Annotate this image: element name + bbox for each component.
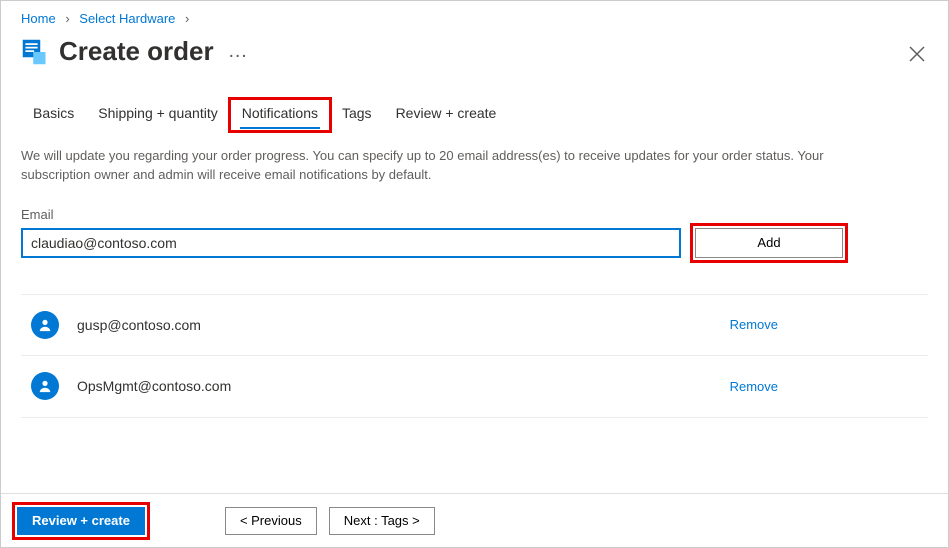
email-list: gusp@contoso.com Remove OpsMgmt@contoso.… — [1, 294, 948, 418]
email-address: OpsMgmt@contoso.com — [77, 378, 730, 394]
breadcrumb: Home › Select Hardware › — [1, 1, 948, 30]
page-header: Create order … — [1, 30, 948, 81]
remove-link[interactable]: Remove — [730, 317, 778, 332]
email-label: Email — [1, 185, 948, 228]
previous-button[interactable]: < Previous — [225, 507, 317, 535]
add-button[interactable]: Add — [695, 228, 843, 258]
email-input[interactable] — [21, 228, 681, 258]
email-address: gusp@contoso.com — [77, 317, 730, 333]
tabs: Basics Shipping + quantity Notifications… — [1, 81, 948, 131]
close-button[interactable] — [908, 45, 926, 63]
more-button[interactable]: … — [228, 40, 248, 63]
tab-review[interactable]: Review + create — [384, 99, 509, 131]
order-icon — [21, 38, 49, 66]
avatar — [31, 311, 59, 339]
next-button[interactable]: Next : Tags > — [329, 507, 435, 535]
person-icon — [38, 318, 52, 332]
breadcrumb-select-hardware[interactable]: Select Hardware — [79, 11, 175, 26]
list-item: gusp@contoso.com Remove — [21, 294, 928, 356]
tab-tags[interactable]: Tags — [330, 99, 384, 131]
breadcrumb-home[interactable]: Home — [21, 11, 56, 26]
tab-notifications[interactable]: Notifications — [230, 99, 330, 131]
list-item: OpsMgmt@contoso.com Remove — [21, 356, 928, 418]
tab-shipping[interactable]: Shipping + quantity — [86, 99, 229, 131]
person-icon — [38, 379, 52, 393]
close-icon — [908, 45, 926, 63]
footer: Review + create < Previous Next : Tags > — [1, 493, 948, 547]
notifications-description: We will update you regarding your order … — [1, 131, 891, 185]
chevron-right-icon: › — [185, 11, 189, 26]
tab-basics[interactable]: Basics — [21, 99, 86, 131]
review-create-button[interactable]: Review + create — [17, 507, 145, 535]
avatar — [31, 372, 59, 400]
page-title: Create order — [59, 36, 214, 67]
chevron-right-icon: › — [65, 11, 69, 26]
remove-link[interactable]: Remove — [730, 379, 778, 394]
